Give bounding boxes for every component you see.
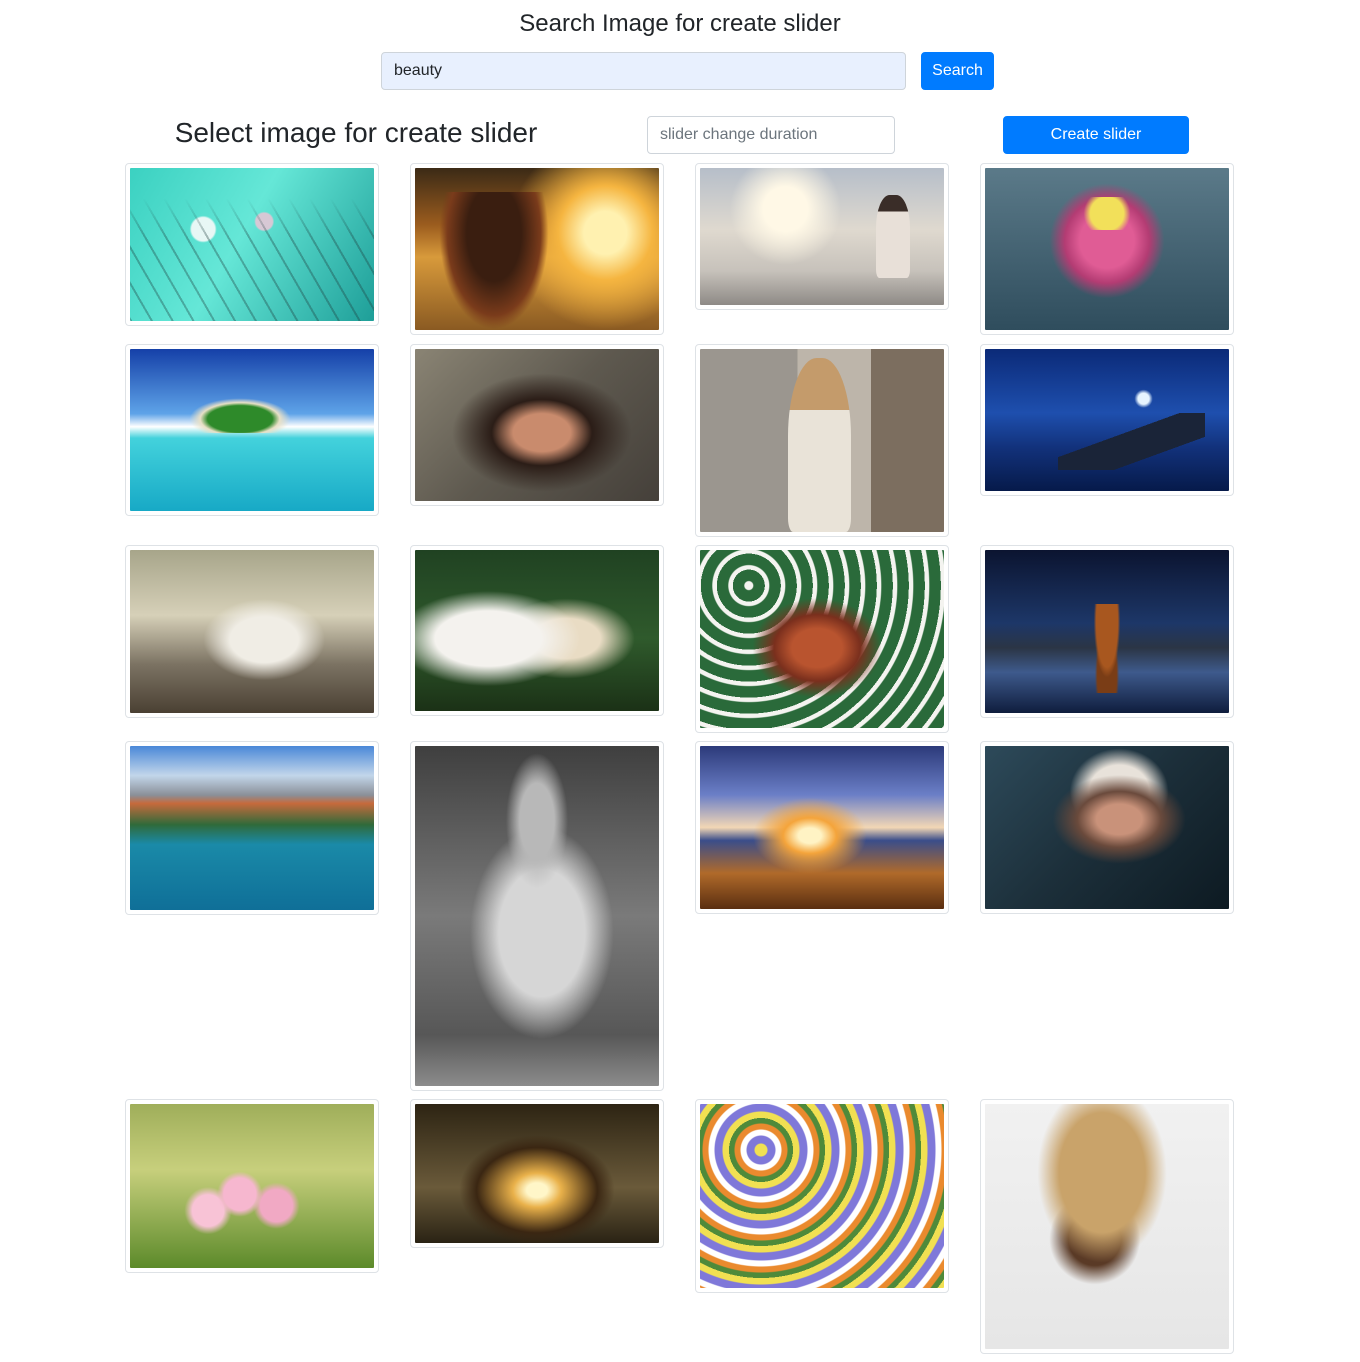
search-input[interactable]: [381, 52, 906, 90]
gallery-image[interactable]: [980, 545, 1234, 718]
create-slider-button[interactable]: Create slider: [1003, 116, 1189, 154]
image-thumbnail: [130, 168, 374, 321]
image-thumbnail: [985, 1104, 1229, 1349]
gallery-image[interactable]: [695, 344, 949, 537]
image-thumbnail: [130, 550, 374, 713]
gallery-image[interactable]: [125, 163, 379, 326]
gallery-image[interactable]: [125, 741, 379, 915]
slider-duration-input[interactable]: [647, 116, 895, 154]
image-thumbnail: [415, 550, 659, 711]
gallery-image[interactable]: [410, 163, 664, 335]
image-thumbnail: [415, 168, 659, 330]
image-thumbnail: [700, 746, 944, 909]
gallery-image[interactable]: [125, 1099, 379, 1273]
search-button[interactable]: Search: [921, 52, 994, 90]
image-thumbnail: [130, 1104, 374, 1268]
gallery-image[interactable]: [410, 545, 664, 716]
gallery-image[interactable]: [125, 545, 379, 718]
gallery-image[interactable]: [980, 1099, 1234, 1354]
image-thumbnail: [415, 1104, 659, 1243]
image-thumbnail: [700, 349, 944, 532]
image-thumbnail: [985, 168, 1229, 330]
gallery-image[interactable]: [410, 741, 664, 1091]
gallery-image[interactable]: [980, 163, 1234, 335]
image-thumbnail: [415, 746, 659, 1086]
gallery-image[interactable]: [410, 344, 664, 506]
image-thumbnail: [700, 550, 944, 728]
image-thumbnail: [415, 349, 659, 501]
image-thumbnail: [985, 746, 1229, 909]
gallery-image[interactable]: [980, 741, 1234, 914]
gallery-image[interactable]: [980, 344, 1234, 496]
image-thumbnail: [130, 349, 374, 511]
image-thumbnail: [130, 746, 374, 910]
gallery-image[interactable]: [125, 344, 379, 516]
gallery-image[interactable]: [695, 1099, 949, 1293]
slider-heading: Select image for create slider: [174, 117, 538, 148]
page-title: Search Image for create slider: [519, 10, 841, 37]
image-thumbnail: [985, 550, 1229, 713]
image-thumbnail: [985, 349, 1229, 491]
gallery-image[interactable]: [695, 545, 949, 733]
image-thumbnail: [700, 1104, 944, 1288]
gallery-image[interactable]: [410, 1099, 664, 1248]
gallery-image[interactable]: [695, 741, 949, 914]
page: Search Image for create slider Search Se…: [0, 0, 1360, 1362]
image-thumbnail: [700, 168, 944, 305]
gallery-image[interactable]: [695, 163, 949, 310]
